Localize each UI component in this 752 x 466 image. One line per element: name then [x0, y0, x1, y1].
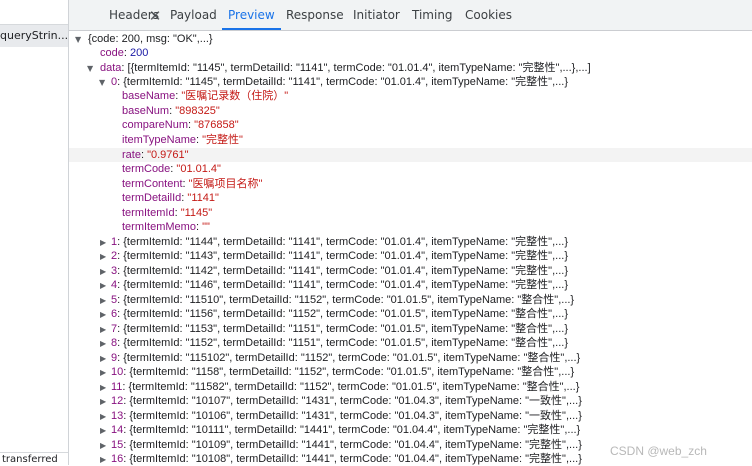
tree-row-item[interactable]: 3: {termItemId: "1142", termDetailId: "1…: [111, 264, 568, 278]
field-value: 200: [129, 47, 149, 59]
divider: [0, 452, 68, 453]
tree-row-item[interactable]: 2: {termItemId: "1143", termDetailId: "1…: [111, 249, 568, 263]
expand-right-icon[interactable]: ▶: [100, 252, 106, 261]
object-summary: {termItemId: "1145", termDetailId: "1141…: [123, 76, 568, 88]
expand-right-icon[interactable]: ▶: [100, 325, 106, 334]
tree-field: baseName: "医嘱记录数（住院）": [122, 90, 289, 102]
tree-row-item[interactable]: 12: {termItemId: "10107", termDetailId: …: [111, 394, 582, 408]
status-bar-text: transferred: [2, 454, 58, 465]
expand-down-icon[interactable]: ▼: [87, 64, 93, 73]
tree-row-item[interactable]: 16: {termItemId: "10108", termDetailId: …: [111, 452, 582, 466]
preview-tree: ▼ {code: 200, msg: "OK",...} code: 200 ▼…: [69, 31, 752, 465]
expand-right-icon[interactable]: ▶: [100, 397, 106, 406]
tree-field: itemTypeName: "完整性": [122, 134, 243, 146]
tree-row-item[interactable]: 1: {termItemId: "1144", termDetailId: "1…: [111, 235, 568, 249]
tree-row-code: code: 200: [100, 47, 149, 59]
expand-right-icon[interactable]: ▶: [100, 296, 106, 305]
expand-down-icon[interactable]: ▼: [75, 35, 81, 44]
tree-row-item[interactable]: 4: {termItemId: "1146", termDetailId: "1…: [111, 278, 568, 292]
tree-field: termDetailId: "1141": [122, 192, 219, 204]
expand-right-icon[interactable]: ▶: [100, 441, 106, 450]
request-name[interactable]: queryStrin...: [0, 29, 68, 42]
tree-row-item[interactable]: 8: {termItemId: "1152", termDetailId: "1…: [111, 336, 568, 350]
expand-right-icon[interactable]: ▶: [100, 267, 106, 276]
tree-field: termItemMemo: "": [122, 221, 210, 233]
tree-row-item[interactable]: 5: {termItemId: "11510", termDetailId: "…: [111, 293, 574, 307]
field-key: code: [100, 47, 124, 59]
expand-right-icon[interactable]: ▶: [100, 339, 106, 348]
tab-initiator[interactable]: Initiator: [347, 0, 406, 30]
tab-preview[interactable]: Preview: [222, 0, 281, 30]
tab-response[interactable]: Response: [280, 0, 350, 30]
tree-row-item[interactable]: 14: {termItemId: "10111", termDetailId: …: [111, 423, 580, 437]
details-tab-bar: ✕ Headers Payload Preview Response Initi…: [69, 0, 752, 31]
expand-right-icon[interactable]: ▶: [100, 383, 106, 392]
watermark: CSDN @web_zch: [610, 444, 707, 458]
tree-field: termContent: "医嘱项目名称": [122, 178, 263, 190]
expand-right-icon[interactable]: ▶: [100, 412, 106, 421]
tree-field: termItemId: "1145": [122, 207, 213, 219]
tab-headers[interactable]: Headers: [103, 0, 165, 30]
tree-field: baseNum: "898325": [122, 105, 220, 117]
expand-right-icon[interactable]: ▶: [100, 281, 106, 290]
expand-right-icon[interactable]: ▶: [100, 455, 106, 464]
expand-right-icon[interactable]: ▶: [100, 426, 106, 435]
tree-row-item[interactable]: 7: {termItemId: "1153", termDetailId: "1…: [111, 322, 568, 336]
tab-payload[interactable]: Payload: [164, 0, 223, 30]
tree-field: rate: "0.9761": [122, 149, 189, 161]
expand-right-icon[interactable]: ▶: [100, 238, 106, 247]
tree-row-data[interactable]: data: [{termItemId: "1145", termDetailId…: [100, 61, 591, 75]
tree-field: termCode: "01.01.4": [122, 163, 221, 175]
tree-row-item[interactable]: 6: {termItemId: "1156", termDetailId: "1…: [111, 307, 568, 321]
field-key: data: [100, 62, 122, 74]
tree-row-item[interactable]: 13: {termItemId: "10106", termDetailId: …: [111, 409, 582, 423]
tree-row-item[interactable]: 11: {termItemId: "11582", termDetailId: …: [111, 380, 579, 394]
tree-row-item-0[interactable]: 0: {termItemId: "1145", termDetailId: "1…: [111, 75, 568, 89]
tree-row-item[interactable]: 15: {termItemId: "10109", termDetailId: …: [111, 438, 582, 452]
expand-right-icon[interactable]: ▶: [100, 310, 106, 319]
tree-row-item[interactable]: 9: {termItemId: "115102", termDetailId: …: [111, 351, 580, 365]
tab-timing[interactable]: Timing: [406, 0, 459, 30]
expand-right-icon[interactable]: ▶: [100, 354, 106, 363]
root-summary[interactable]: {code: 200, msg: "OK",...}: [88, 32, 213, 46]
request-list-pane: queryStrin... transferred: [0, 0, 69, 465]
expand-right-icon[interactable]: ▶: [100, 368, 106, 377]
expand-down-icon[interactable]: ▼: [99, 78, 105, 87]
tab-cookies[interactable]: Cookies: [459, 0, 518, 30]
tree-row-item[interactable]: 10: {termItemId: "1158", termDetailId: "…: [111, 365, 574, 379]
tree-field: compareNum: "876858": [122, 119, 239, 131]
array-summary: [{termItemId: "1145", termDetailId: "114…: [127, 62, 591, 74]
